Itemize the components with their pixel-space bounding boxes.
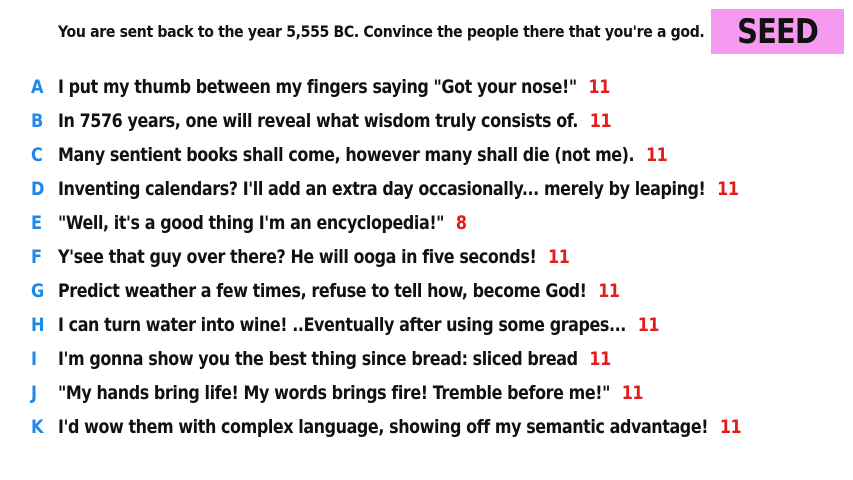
seed-badge-label: SEED: [737, 11, 819, 52]
answer-text: "My hands bring life! My words brings fi…: [58, 382, 610, 404]
answer-score: 11: [598, 280, 620, 302]
answer-row-c: C Many sentient books shall come, howeve…: [0, 138, 853, 172]
prompt-text: You are sent back to the year 5,555 BC. …: [58, 22, 705, 41]
answer-score: 11: [588, 76, 611, 98]
answer-score: 11: [717, 178, 739, 200]
answer-letter: E: [31, 212, 43, 234]
answer-text: Y'see that guy over there? He will ooga …: [58, 246, 537, 268]
answer-letter: C: [31, 144, 43, 166]
answer-text: I'd wow them with complex language, show…: [58, 416, 709, 438]
answer-score: 11: [637, 314, 660, 336]
answer-letter: K: [31, 416, 44, 438]
answer-text: Predict weather a few times, refuse to t…: [58, 280, 587, 302]
answer-score: 11: [589, 110, 612, 132]
answer-text: I put my thumb between my fingers saying…: [58, 76, 577, 98]
answer-text: I'm gonna show you the best thing since …: [58, 348, 578, 370]
answer-letter: G: [31, 280, 45, 302]
answer-letter: F: [31, 246, 43, 268]
seed-badge: SEED: [711, 9, 844, 54]
answer-score: 8: [455, 212, 467, 234]
answer-text: Inventing calendars? I'll add an extra d…: [58, 178, 706, 200]
answer-list: A I put my thumb between my fingers sayi…: [0, 70, 853, 444]
answer-letter: B: [31, 110, 44, 132]
answer-score: 11: [719, 416, 742, 438]
answer-row-b: B In 7576 years, one will reveal what wi…: [0, 104, 853, 138]
answer-row-g: G Predict weather a few times, refuse to…: [0, 274, 853, 308]
answer-score: 11: [589, 348, 611, 370]
answer-row-d: D Inventing calendars? I'll add an extra…: [0, 172, 853, 206]
answer-row-j: J "My hands bring life! My words brings …: [0, 376, 853, 410]
answer-row-a: A I put my thumb between my fingers sayi…: [0, 70, 853, 104]
answer-text: In 7576 years, one will reveal what wisd…: [58, 110, 579, 132]
answer-row-i: I I'm gonna show you the best thing sinc…: [0, 342, 853, 376]
answer-row-f: F Y'see that guy over there? He will oog…: [0, 240, 853, 274]
answer-row-k: K I'd wow them with complex language, sh…: [0, 410, 853, 444]
answer-text: Many sentient books shall come, however …: [58, 144, 635, 166]
answer-letter: D: [31, 178, 45, 200]
answer-score: 11: [645, 144, 668, 166]
answer-score: 11: [548, 246, 570, 268]
answer-letter: H: [31, 314, 45, 336]
answer-letter: J: [31, 382, 38, 404]
answer-text: I can turn water into wine! ..Eventually…: [58, 314, 626, 336]
answer-letter: A: [31, 76, 44, 98]
answer-text: "Well, it's a good thing I'm an encyclop…: [58, 212, 445, 234]
answer-score: 11: [621, 382, 644, 404]
answer-letter: I: [31, 348, 38, 370]
answer-row-e: E "Well, it's a good thing I'm an encycl…: [0, 206, 853, 240]
answer-row-h: H I can turn water into wine! ..Eventual…: [0, 308, 853, 342]
